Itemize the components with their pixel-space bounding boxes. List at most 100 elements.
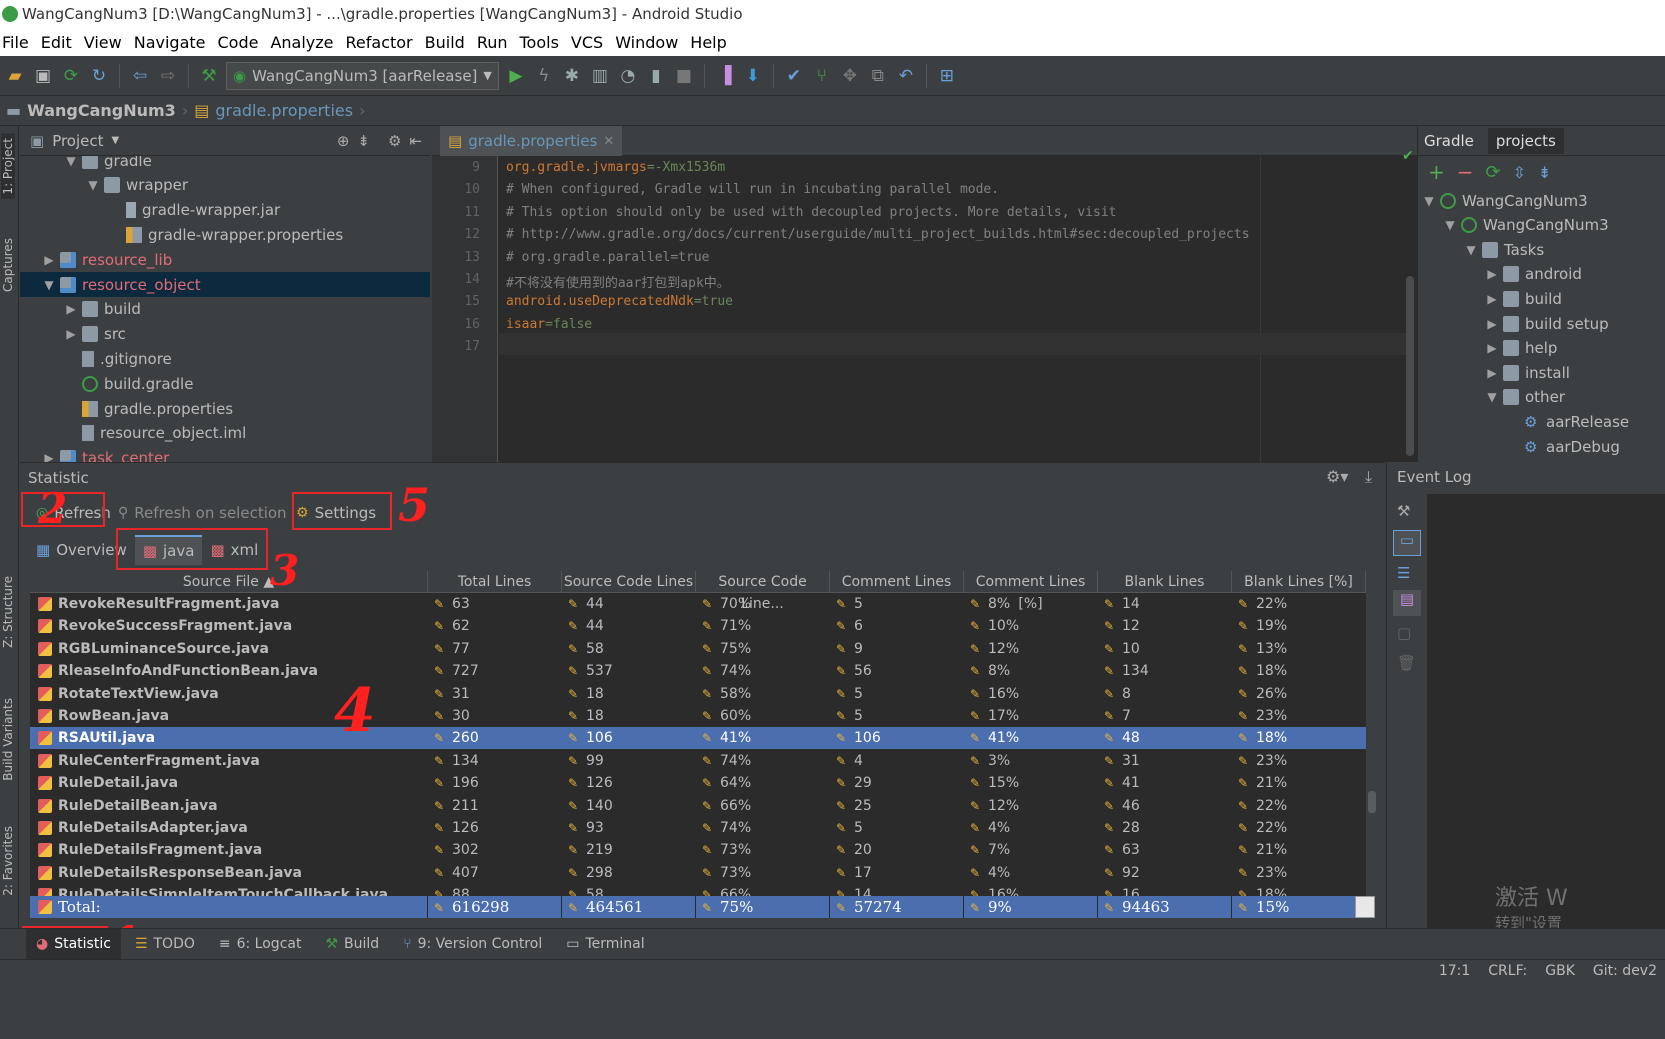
back-icon[interactable]: ⇦ [129,65,151,87]
project-tree-item[interactable]: resource_object.iml [20,421,430,446]
gradle-tree-item[interactable]: ▼ Tasks [1418,237,1665,262]
clear-all-icon[interactable]: 🗑 [1397,654,1416,672]
expand-arrow-icon[interactable]: ▼ [1443,218,1457,232]
debug-icon[interactable]: ✱ [561,65,583,87]
bottom-tab-todo[interactable]: ☰ TODO [125,929,205,960]
table-row[interactable]: RuleDetailsResponseBean.java ✎ 407 ✎ 298 ✎ 73%… [30,862,1366,884]
bottom-tab-build[interactable]: ⚒ Build [315,929,389,960]
table-row[interactable]: RotateTextView.java ✎ 31 ✎ 18 ✎ 58% ✎ 5 ✎ 16% ✎ 8 ✎ 26… [30,683,1366,705]
table-row[interactable]: RuleCenterFragment.java ✎ 134 ✎ 99 ✎ 74% ✎ 4 ✎ 3% ✎… [30,750,1366,772]
code-line[interactable]: isaar=false [506,317,592,332]
project-tool-tab[interactable]: 1: Project [1,134,15,199]
settings-icon[interactable]: ⚒ [1397,502,1410,520]
project-structure-icon[interactable]: ⊞ [936,65,958,87]
column-header[interactable]: Source File ▲ [30,571,428,593]
menu-build[interactable]: Build [419,33,471,52]
vcs-history-icon[interactable]: ⧉ [867,65,889,87]
encoding[interactable]: GBK [1545,963,1575,979]
stop-icon[interactable]: ■ [673,65,695,87]
mark-read-icon[interactable]: ▢ [1397,624,1411,642]
git-branch[interactable]: Git: dev2 [1593,963,1657,979]
collapse-arrow-icon[interactable]: ▶ [1485,267,1499,281]
menu-run[interactable]: Run [471,33,514,52]
table-row[interactable]: RuleDetailBean.java ✎ 211 ✎ 140 ✎ 66% ✎ 25 ✎ 12% ✎ 4… [30,795,1366,817]
table-row[interactable]: RSAUtil.java ✎ 260 ✎ 106 ✎ 41% ✎ 106 ✎ 41% ✎ 48 ✎ 18% [30,727,1366,750]
run-icon[interactable]: ▶ [505,65,527,87]
code-line[interactable]: # When configured, Gradle will run in in… [506,182,999,197]
expand-all-icon[interactable]: ⇳ [1513,163,1526,182]
gradle-tree-item[interactable]: ▶ android [1418,262,1665,287]
captures-tool-tab[interactable]: Captures [1,238,15,292]
soft-wrap-icon[interactable]: ▭ [1393,530,1421,556]
coverage-icon[interactable]: ◔ [617,65,639,87]
chevron-down-icon[interactable]: ▼ [112,135,120,146]
gradle-tab[interactable]: Gradle [1424,132,1474,150]
project-tree-item[interactable]: .gitignore [20,346,430,371]
sync-icon[interactable]: ⟳ [60,65,82,87]
collapse-all-icon[interactable]: ⇟ [1538,163,1551,182]
code-line[interactable]: # org.gradle.parallel=true [506,250,710,265]
breadcrumb-project[interactable]: WangCangNum3 [27,101,176,120]
run-configuration-select[interactable]: ◉ WangCangNum3 [aarRelease] ▼ [226,61,499,90]
menu-view[interactable]: View [78,33,128,52]
menu-edit[interactable]: Edit [35,33,78,52]
gradle-tree-item[interactable]: ▼ other [1418,385,1665,410]
menu-file[interactable]: File [0,33,35,52]
expand-arrow-icon[interactable]: ▼ [42,278,56,292]
project-tree-item[interactable]: ▼ wrapper [20,173,430,198]
hide-panel-icon[interactable]: ⇤ [409,132,422,150]
refresh-icon[interactable]: ↻ [88,65,110,87]
scroll-end-icon[interactable]: ▤ [1393,590,1421,616]
menu-tools[interactable]: Tools [514,33,565,52]
code-line[interactable]: # This option should only be used with d… [506,205,1116,220]
collapse-arrow-icon[interactable]: ▶ [1485,341,1499,355]
refresh-gradle-icon[interactable]: ⟳ [1486,162,1501,183]
collapse-all-icon[interactable]: ⇟ [357,132,370,150]
avd-manager-icon[interactable]: ▐ [714,65,736,87]
project-tree-item[interactable]: gradle-wrapper.properties [20,222,430,247]
expand-arrow-icon[interactable]: ▼ [64,156,78,168]
expand-arrow-icon[interactable]: ▼ [1485,390,1499,404]
apply-changes-icon[interactable]: ϟ [533,65,555,87]
code-line[interactable]: #不将没有使用到的aar打包到apk中。 [506,272,730,291]
column-header[interactable]: Total Lines [428,571,562,593]
collapse-arrow-icon[interactable]: ▶ [64,327,78,341]
project-tree-item[interactable]: build.gradle [20,371,430,396]
vcs-update-icon[interactable]: ✔ [783,65,805,87]
line-separator[interactable]: CRLF: [1488,963,1527,979]
breadcrumb-file[interactable]: gradle.properties [215,101,353,120]
collapse-arrow-icon[interactable]: ▶ [1485,317,1499,331]
save-icon[interactable]: ▣ [32,65,54,87]
structure-tool-tab[interactable]: Z: Structure [1,576,15,648]
bottom-tab-terminal[interactable]: ▭ Terminal [556,929,654,960]
column-header[interactable]: Source Code Lines [562,571,696,593]
collapse-arrow-icon[interactable]: ▶ [42,253,56,267]
collapse-arrow-icon[interactable]: ▶ [42,451,56,462]
gear-icon[interactable]: ⚙ [388,132,401,150]
column-header[interactable]: Comment Lines [830,571,964,593]
expand-arrow-icon[interactable]: ▼ [86,178,100,192]
open-folder-icon[interactable]: ▰ [4,65,26,87]
table-row[interactable]: RowBean.java ✎ 30 ✎ 18 ✎ 60% ✎ 5 ✎ 17% ✎ 7 ✎ 23% [30,705,1366,727]
sdk-manager-icon[interactable]: ⬇ [742,65,764,87]
gear-icon[interactable]: ⚙▾ [1326,467,1348,486]
cursor-position[interactable]: 17:1 [1439,963,1470,979]
add-icon[interactable]: + [1428,160,1445,184]
column-header[interactable]: Blank Lines [%] [1232,571,1366,593]
bottom-tab-logcat[interactable]: ≡ 6: Logcat [209,929,312,960]
gradle-tree-item[interactable]: ⚙ aarDebug [1418,434,1665,459]
collapse-arrow-icon[interactable]: ▶ [1485,292,1499,306]
project-tree-item[interactable]: ▶ resource_lib [20,247,430,272]
favorites-tool-tab[interactable]: 2: Favorites [1,826,15,896]
project-view-select[interactable]: Project [52,132,103,150]
collapse-arrow-icon[interactable]: ▶ [1485,366,1499,380]
table-row[interactable]: RleaseInfoAndFunctionBean.java ✎ 727 ✎ 537 ✎ 7… [30,660,1366,682]
menu-code[interactable]: Code [212,33,265,52]
profile-icon[interactable]: ▥ [589,65,611,87]
gradle-tree-item[interactable]: ▶ help [1418,336,1665,361]
gradle-tree-item[interactable]: ▶ build [1418,286,1665,311]
table-row[interactable]: RevokeResultFragment.java ✎ 63 ✎ 44 ✎ 70% ✎ 5 ✎ 8%… [30,593,1366,615]
project-tree-item[interactable]: ▼ gradle [20,156,430,173]
menu-window[interactable]: Window [609,33,684,52]
project-tree-item[interactable]: ▶ task_center [20,446,430,462]
